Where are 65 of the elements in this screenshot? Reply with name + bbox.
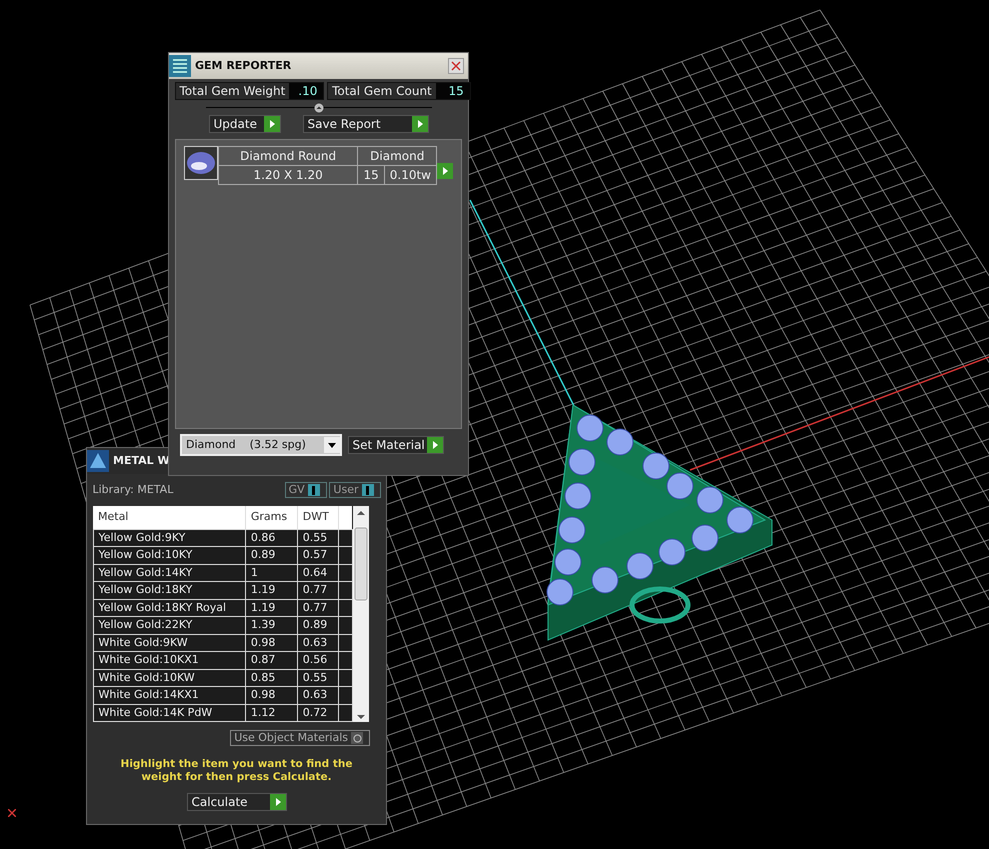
- table-cell: 0.77: [297, 582, 338, 599]
- table-cell: Yellow Gold:18KY: [93, 582, 246, 599]
- table-cell: Yellow Gold:9KY: [93, 529, 246, 546]
- stat-field: Total Gem Count 15: [327, 82, 471, 100]
- gem-weight: 0.10tw: [384, 165, 436, 184]
- table-cell: Yellow Gold:10KY: [93, 546, 246, 564]
- scrollbar[interactable]: [352, 506, 368, 722]
- table-cell: 0.55: [297, 529, 338, 546]
- action-button[interactable]: Save Report: [302, 115, 428, 134]
- table-cell: Yellow Gold:18KY Royal: [93, 599, 246, 616]
- toggle-button[interactable]: Use Object Materials: [230, 730, 370, 746]
- table-cell: 0.57: [297, 546, 338, 564]
- window-title: GEM REPORTER: [195, 58, 292, 74]
- library-label: Library: METAL: [92, 482, 174, 498]
- table-cell: 1: [245, 564, 298, 582]
- play-icon: [264, 116, 280, 132]
- close-button[interactable]: [448, 58, 464, 74]
- table-cell: 0.98: [245, 686, 298, 704]
- table-cell: White Gold:9KW: [93, 634, 246, 652]
- stat-field: Total Gem Weight .10: [174, 82, 324, 100]
- table-cell: 0.55: [297, 669, 338, 686]
- action-button[interactable]: Update: [208, 115, 280, 134]
- table-cell: White Gold:14K PdW: [93, 704, 246, 722]
- table-cell: 0.89: [297, 616, 338, 634]
- play-icon: [270, 794, 286, 810]
- action-button[interactable]: Set Material: [348, 436, 444, 454]
- pyramid-icon: [87, 450, 109, 472]
- table-cell: 1.39: [245, 616, 298, 634]
- table-cell: 0.87: [245, 652, 298, 669]
- play-icon: [426, 437, 442, 454]
- table-cell: 0.77: [297, 599, 338, 616]
- table-cell: 0.85: [245, 669, 298, 686]
- table-cell: White Gold:10KX1: [93, 652, 246, 669]
- hint-text: Highlight the item you want to find the weight for then press Calculate.: [120, 757, 354, 785]
- table-cell: 0.64: [297, 564, 338, 582]
- gem-thumbnail-icon: [184, 146, 218, 180]
- play-icon: [412, 116, 428, 132]
- column-header: Grams: [245, 506, 298, 529]
- column-header: DWT: [297, 506, 338, 529]
- gem-count: 15: [358, 165, 384, 184]
- toggle-button[interactable]: User: [329, 482, 380, 498]
- table-cell: 0.56: [297, 652, 338, 669]
- table-cell: 0.63: [297, 686, 338, 704]
- material-dropdown[interactable]: Diamond (3.52 spg): [180, 434, 342, 456]
- gem-report-icon: [169, 55, 191, 77]
- action-button[interactable]: Calculate: [186, 793, 286, 812]
- table-cell: White Gold:10KW: [93, 669, 246, 686]
- table-cell: 0.72: [297, 704, 338, 722]
- close-icon: [449, 59, 463, 73]
- table-cell: 1.19: [245, 599, 298, 616]
- table-cell: 1.12: [245, 704, 298, 722]
- table-cell: 0.89: [245, 546, 298, 564]
- gem-size: 1.20 X 1.20: [218, 165, 358, 184]
- table-cell: White Gold:14KX1: [93, 686, 246, 704]
- toggle-button[interactable]: GV: [284, 482, 327, 498]
- column-header: Metal: [93, 506, 246, 529]
- table-cell: 1.19: [245, 582, 298, 599]
- gem-shape: Diamond Round: [218, 146, 358, 166]
- caret-icon: [324, 437, 340, 454]
- table-cell: Yellow Gold:14KY: [93, 564, 246, 582]
- gem-material: Diamond: [358, 146, 436, 166]
- table-cell: 0.98: [245, 634, 298, 652]
- table-cell: 0.63: [297, 634, 338, 652]
- table-cell: 0.86: [245, 529, 298, 546]
- table-cell: Yellow Gold:22KY: [93, 616, 246, 634]
